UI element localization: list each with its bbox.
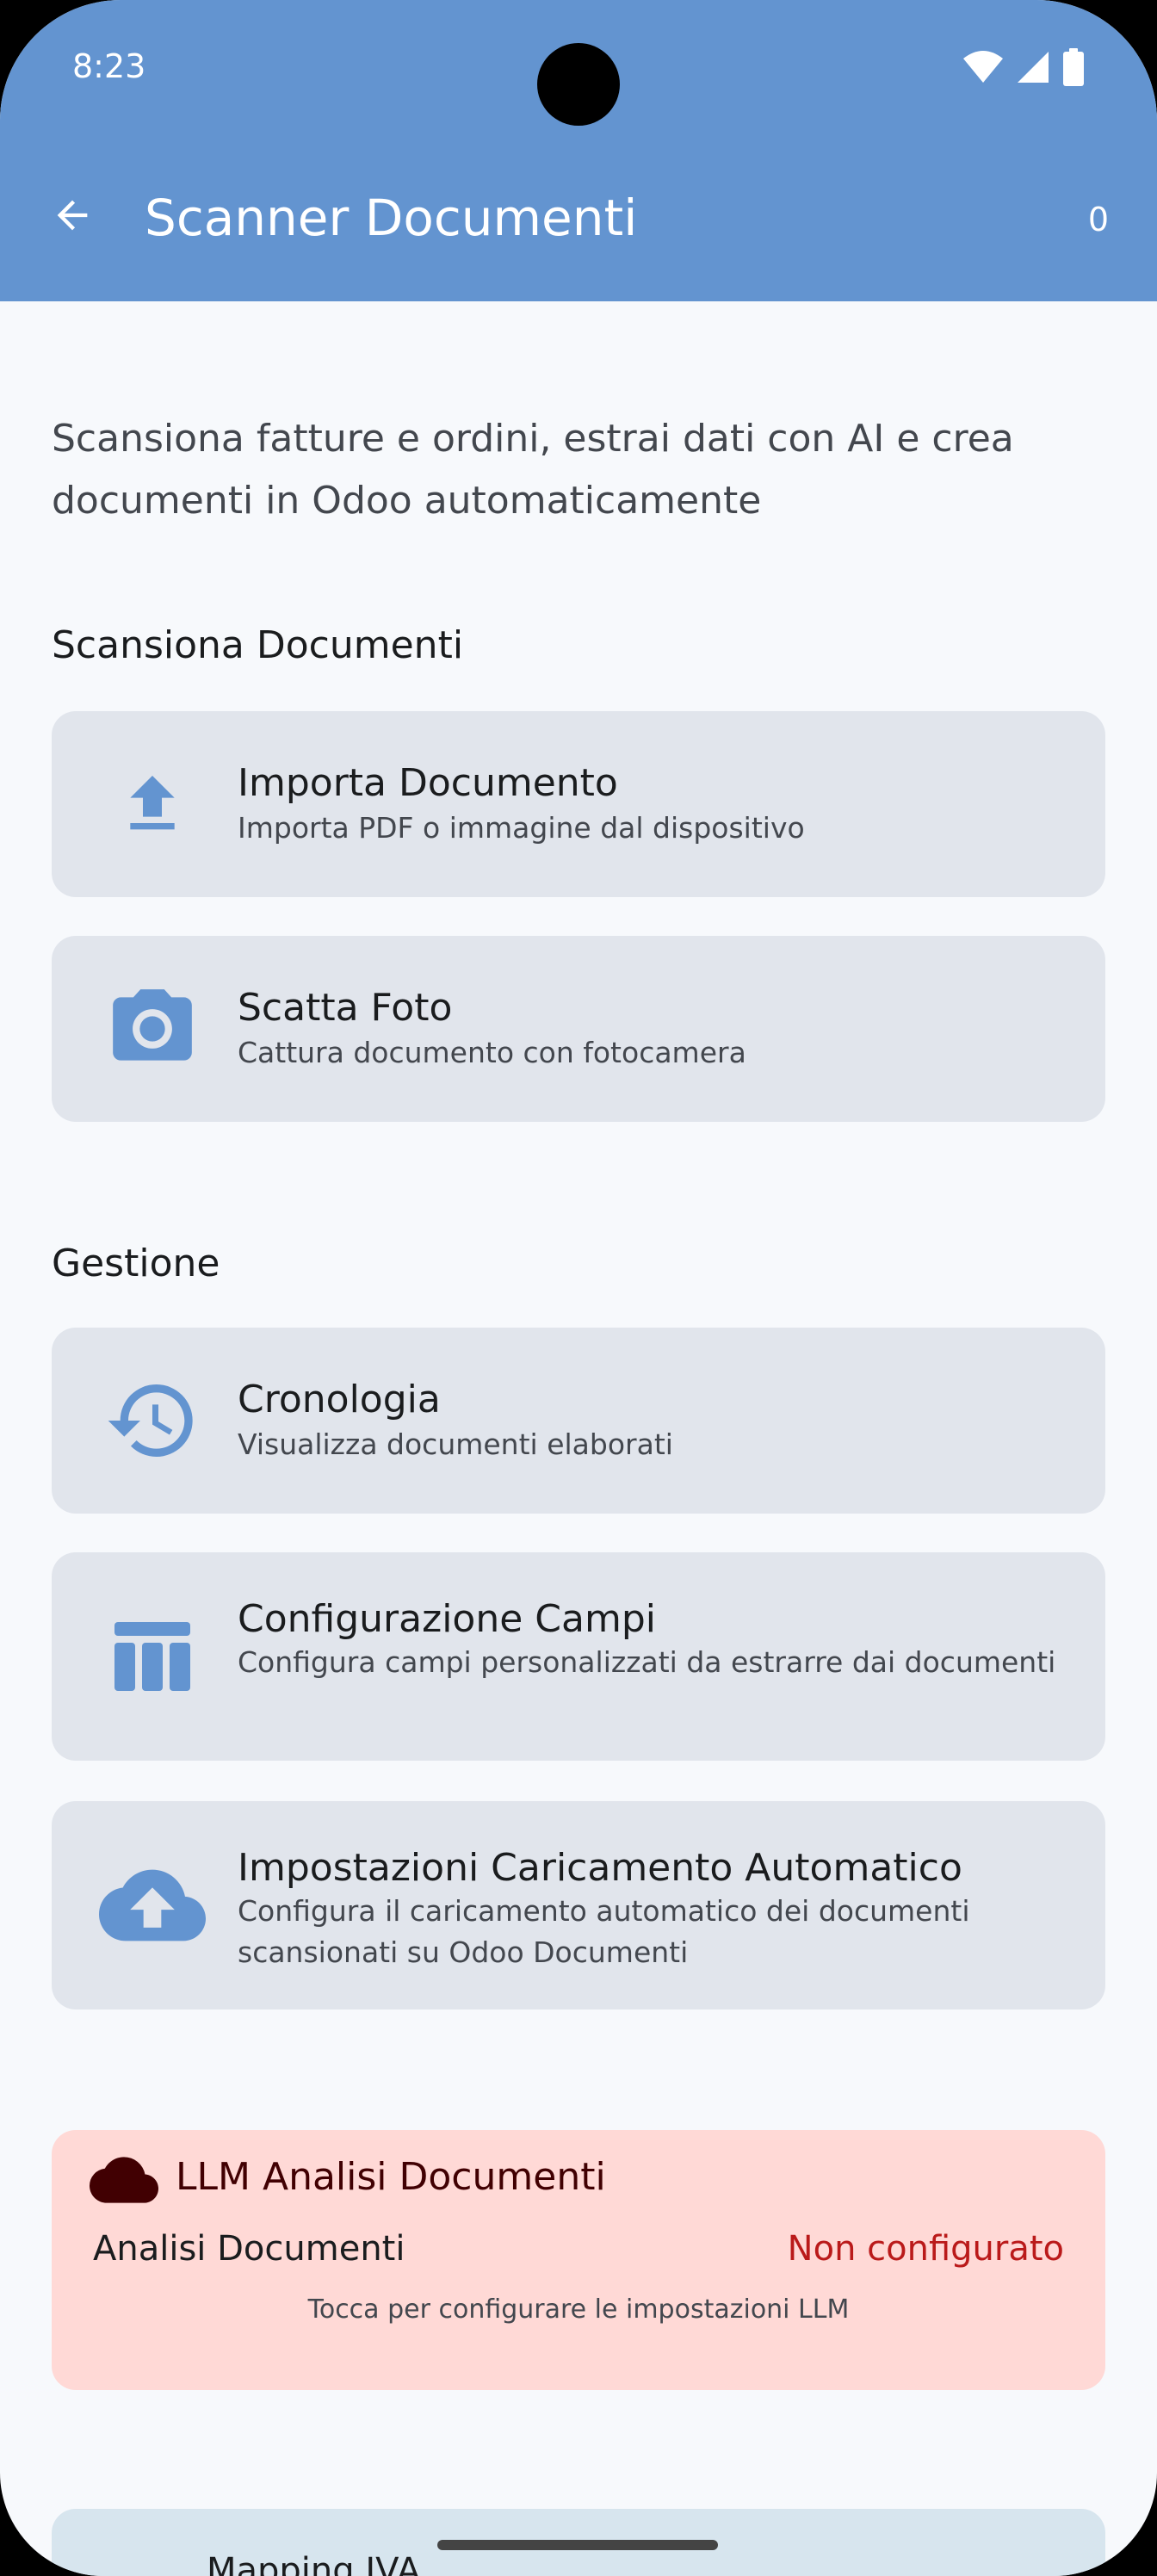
signal-icon [1018, 52, 1049, 83]
document-count-badge[interactable]: 0 [1088, 198, 1109, 241]
card-subtitle: Cattura documento con fotocamera [238, 1036, 746, 1069]
wifi-icon [963, 51, 1003, 83]
llm-analysis-card[interactable]: LLM Analisi Documenti Analisi Documenti … [52, 2130, 1105, 2390]
card-subtitle: Configura campi personalizzati da estrar… [238, 1645, 1056, 1679]
field-config-card[interactable]: Configurazione Campi Configura campi per… [52, 1552, 1105, 1761]
camera-icon [96, 973, 208, 1085]
card-title: Impostazioni Caricamento Automatico [238, 1846, 962, 1890]
gesture-navigation-bar[interactable] [437, 2540, 718, 2550]
auto-upload-settings-card[interactable]: Impostazioni Caricamento Automatico Conf… [52, 1801, 1105, 2009]
card-title: Importa Documento [238, 761, 618, 805]
history-icon [96, 1365, 208, 1477]
card-subtitle: Configura il caricamento automatico dei … [238, 1894, 970, 1969]
llm-hint-text: Tocca per configurare le impostazioni LL… [307, 2294, 850, 2325]
card-subtitle: Importa PDF o immagine dal dispositivo [238, 811, 805, 845]
table-icon [96, 1601, 208, 1712]
llm-setting-label: Analisi Documenti [93, 2229, 405, 2269]
card-title: Mapping IVA [207, 2551, 421, 2576]
section-title-scan: Scansiona Documenti [52, 623, 464, 667]
page-title: Scanner Documenti [145, 189, 638, 247]
take-photo-card[interactable]: Scatta Foto Cattura documento con fotoca… [52, 936, 1105, 1122]
llm-status-text: Non configurato [787, 2229, 1064, 2269]
llm-card-title: LLM Analisi Documenti [176, 2155, 606, 2199]
status-icons [962, 48, 1085, 86]
section-title-manage: Gestione [52, 1242, 220, 1285]
card-title: Cronologia [238, 1378, 441, 1421]
arrow-back-icon [57, 200, 88, 231]
cloud-upload-icon [96, 1849, 208, 1961]
card-subtitle: Visualizza documenti elaborati [238, 1427, 673, 1461]
card-title: Scatta Foto [238, 986, 453, 1030]
app-bar: 8:23 Scanner Documenti 0 [0, 0, 1157, 301]
battery-icon [1063, 48, 1084, 86]
import-document-card[interactable]: Importa Documento Importa PDF o immagine… [52, 711, 1105, 897]
status-time: 8:23 [72, 47, 146, 85]
camera-cutout [537, 43, 620, 126]
intro-text: Scansiona fatture e ordini, estrai dati … [52, 417, 1014, 523]
phone-screen: 8:23 Scanner Documenti 0 Scansiona fattu… [0, 0, 1157, 2576]
card-title: Configurazione Campi [238, 1597, 656, 1641]
cloud-icon [90, 2157, 158, 2203]
back-button[interactable] [38, 181, 107, 250]
history-card[interactable]: Cronologia Visualizza documenti elaborat… [52, 1328, 1105, 1514]
upload-icon [96, 748, 208, 860]
